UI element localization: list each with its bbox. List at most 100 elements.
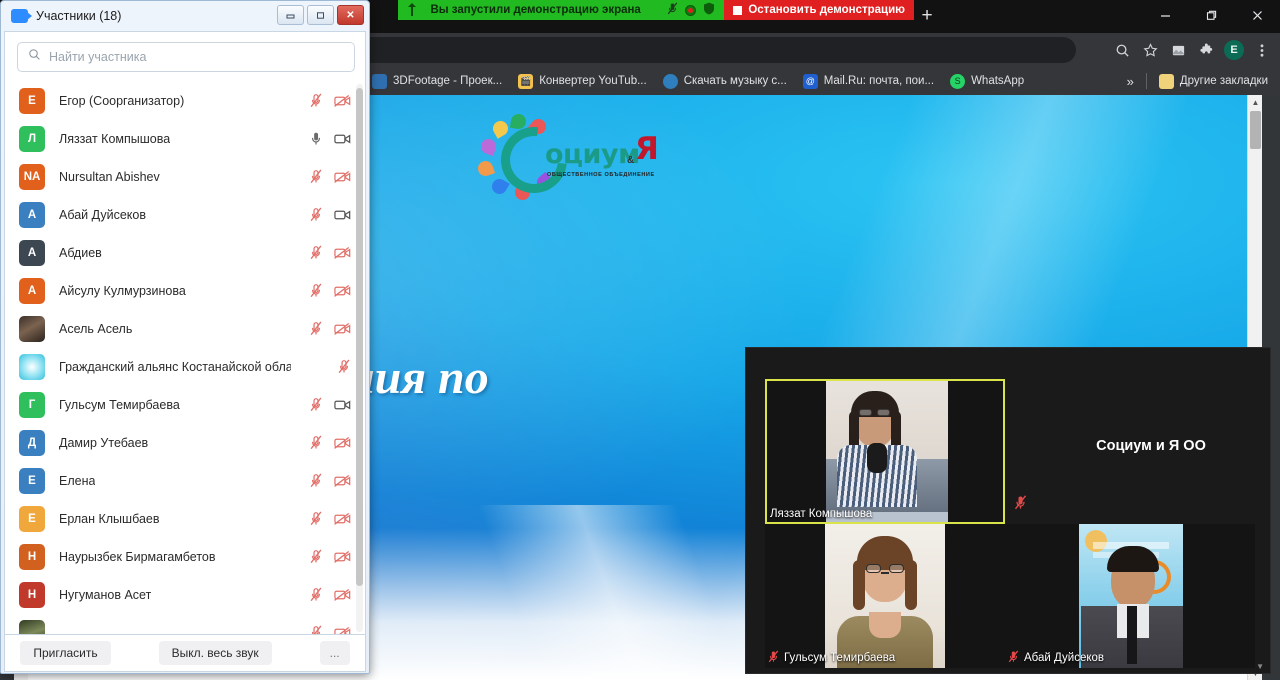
mic-muted-icon[interactable] xyxy=(309,549,323,569)
video-tile-abay[interactable]: Абай Дуйсеков xyxy=(1005,524,1255,668)
participants-scrollbar-thumb[interactable] xyxy=(356,88,363,586)
camera-off-icon[interactable] xyxy=(334,322,351,341)
mic-muted-icon[interactable] xyxy=(337,359,351,379)
new-tab-button[interactable]: + xyxy=(917,6,937,27)
mic-muted-icon[interactable] xyxy=(309,511,323,531)
camera-off-icon[interactable] xyxy=(334,550,351,569)
search-participant-input[interactable]: Найти участника xyxy=(17,42,355,72)
scroll-up-arrow[interactable]: ▲ xyxy=(1248,95,1263,109)
bookmarks-bar-right: » Другие закладки xyxy=(1119,67,1276,95)
camera-off-icon[interactable] xyxy=(334,94,351,113)
logo-subtitle: ОБЩЕСТВЕННОЕ ОБЪЕДИНЕНИЕ xyxy=(547,172,655,178)
participant-name: Абдиев xyxy=(59,246,102,260)
participant-row[interactable]: Гражданский альянс Костанайской области … xyxy=(5,348,365,386)
camera-off-icon[interactable] xyxy=(334,246,351,265)
participant-name: Ерлан Клышбаев xyxy=(59,512,160,526)
bookmark-item-3dfootage[interactable]: 3DFootage - Проек... xyxy=(364,70,510,92)
bookmark-item-mailru[interactable]: @ Mail.Ru: почта, пои... xyxy=(795,70,942,92)
camera-off-icon[interactable] xyxy=(334,170,351,189)
video-tile-active-speaker[interactable]: Ляззат Компышова xyxy=(765,379,1005,524)
participant-row[interactable]: NA Nursultan Abishev xyxy=(5,158,365,196)
camera-off-icon[interactable] xyxy=(334,284,351,303)
camera-off-icon[interactable] xyxy=(334,588,351,607)
mute-all-button[interactable]: Выкл. весь звук xyxy=(158,641,272,665)
participant-row[interactable]: Л Ляззат Компышова xyxy=(5,120,365,158)
bookmark-item-whatsapp[interactable]: S WhatsApp xyxy=(942,70,1032,92)
camera-off-icon[interactable] xyxy=(334,512,351,531)
mic-muted-icon[interactable] xyxy=(309,93,323,113)
mic-on-icon[interactable] xyxy=(309,131,323,151)
camera-off-icon[interactable] xyxy=(334,474,351,493)
camera-on-icon[interactable] xyxy=(334,208,351,227)
camera-on-icon[interactable] xyxy=(334,132,351,151)
minimize-button[interactable] xyxy=(1142,0,1188,31)
more-options-button[interactable]: ... xyxy=(319,641,350,665)
mic-muted-icon xyxy=(768,650,779,666)
profile-avatar[interactable]: E xyxy=(1220,37,1248,63)
camera-off-icon[interactable] xyxy=(334,436,351,455)
participants-maximize-button[interactable] xyxy=(307,5,334,25)
participant-name: Ляззат Компышова xyxy=(59,132,171,146)
participants-scrollbar[interactable] xyxy=(356,84,363,632)
invite-button[interactable]: Пригласить xyxy=(20,641,111,665)
participant-row[interactable]: А Айсулу Кулмурзинова xyxy=(5,272,365,310)
participant-name: Асель Асель xyxy=(59,322,133,336)
mic-muted-icon[interactable] xyxy=(309,321,323,341)
video-tile-gulsum[interactable]: Гульсум Темирбаева xyxy=(765,524,1005,668)
camera-on-icon[interactable] xyxy=(334,398,351,417)
participant-row[interactable] xyxy=(5,614,365,634)
security-shield-icon[interactable] xyxy=(703,2,715,18)
mic-muted-icon[interactable] xyxy=(309,169,323,189)
mic-muted-icon[interactable] xyxy=(309,397,323,417)
other-bookmarks-folder[interactable]: Другие закладки xyxy=(1151,70,1276,92)
extensions-puzzle-icon[interactable] xyxy=(1192,37,1220,63)
record-icon[interactable] xyxy=(685,4,697,16)
video-feed xyxy=(765,524,1005,668)
bookmarks-overflow-button[interactable]: » xyxy=(1119,74,1142,89)
search-icon xyxy=(28,48,41,66)
toolbar-icon-group: E xyxy=(1108,37,1276,63)
mic-muted-icon[interactable] xyxy=(309,625,323,634)
mic-muted-icon[interactable] xyxy=(667,2,678,18)
participant-row[interactable]: Асель Асель xyxy=(5,310,365,348)
bookmark-item-music[interactable]: Скачать музыку с... xyxy=(655,70,795,92)
mic-muted-icon[interactable] xyxy=(309,435,323,455)
participant-row[interactable]: Е Ерлан Клышбаев xyxy=(5,500,365,538)
clapperboard-icon: 🎬 xyxy=(518,73,534,89)
mic-muted-icon[interactable] xyxy=(309,207,323,227)
participant-status-icons xyxy=(309,625,351,634)
participant-status-icons xyxy=(309,169,351,189)
search-icon[interactable] xyxy=(1108,37,1136,63)
music-icon xyxy=(662,73,678,89)
kebab-menu-icon[interactable] xyxy=(1248,37,1276,63)
participant-row[interactable]: Г Гульсум Темирбаева xyxy=(5,386,365,424)
participant-row[interactable]: А Абдиев xyxy=(5,234,365,272)
camera-off-icon[interactable] xyxy=(334,626,351,634)
participant-row[interactable]: Е Елена xyxy=(5,462,365,500)
bookmark-star-icon[interactable] xyxy=(1136,37,1164,63)
stop-share-button[interactable]: Остановить демонстрацию xyxy=(724,0,914,20)
maximize-button[interactable] xyxy=(1188,0,1234,31)
participant-avatar: Е xyxy=(19,468,45,494)
mic-muted-icon[interactable] xyxy=(309,245,323,265)
video-strip-scroll-down[interactable]: ▼ xyxy=(1256,662,1264,671)
video-tile-name: Абай Дуйсеков xyxy=(1008,650,1104,666)
participants-close-button[interactable]: ✕ xyxy=(337,5,364,25)
participant-row[interactable]: Н Наурызбек Бирмагамбетов xyxy=(5,538,365,576)
participants-minimize-button[interactable] xyxy=(277,5,304,25)
reading-list-icon[interactable] xyxy=(1164,37,1192,63)
participant-row[interactable]: Н Нугуманов Асет xyxy=(5,576,365,614)
participants-list[interactable]: Е Егор (Соорганизатор) Л Ляззат Компышова … xyxy=(5,82,365,634)
mic-muted-icon[interactable] xyxy=(309,473,323,493)
bookmark-item-youtube-converter[interactable]: 🎬 Конвертер YouTub... xyxy=(510,70,654,92)
participant-row[interactable]: А Абай Дуйсеков xyxy=(5,196,365,234)
participant-row[interactable]: Е Егор (Соорганизатор) xyxy=(5,82,365,120)
scrollbar-thumb[interactable] xyxy=(1250,111,1261,149)
participants-window-buttons: ✕ xyxy=(277,5,364,25)
mic-muted-icon[interactable] xyxy=(309,587,323,607)
participant-avatar: А xyxy=(19,278,45,304)
logo-ampersand: & xyxy=(627,155,635,166)
participant-row[interactable]: Д Дамир Утебаев xyxy=(5,424,365,462)
close-button[interactable] xyxy=(1234,0,1280,31)
mic-muted-icon[interactable] xyxy=(309,283,323,303)
